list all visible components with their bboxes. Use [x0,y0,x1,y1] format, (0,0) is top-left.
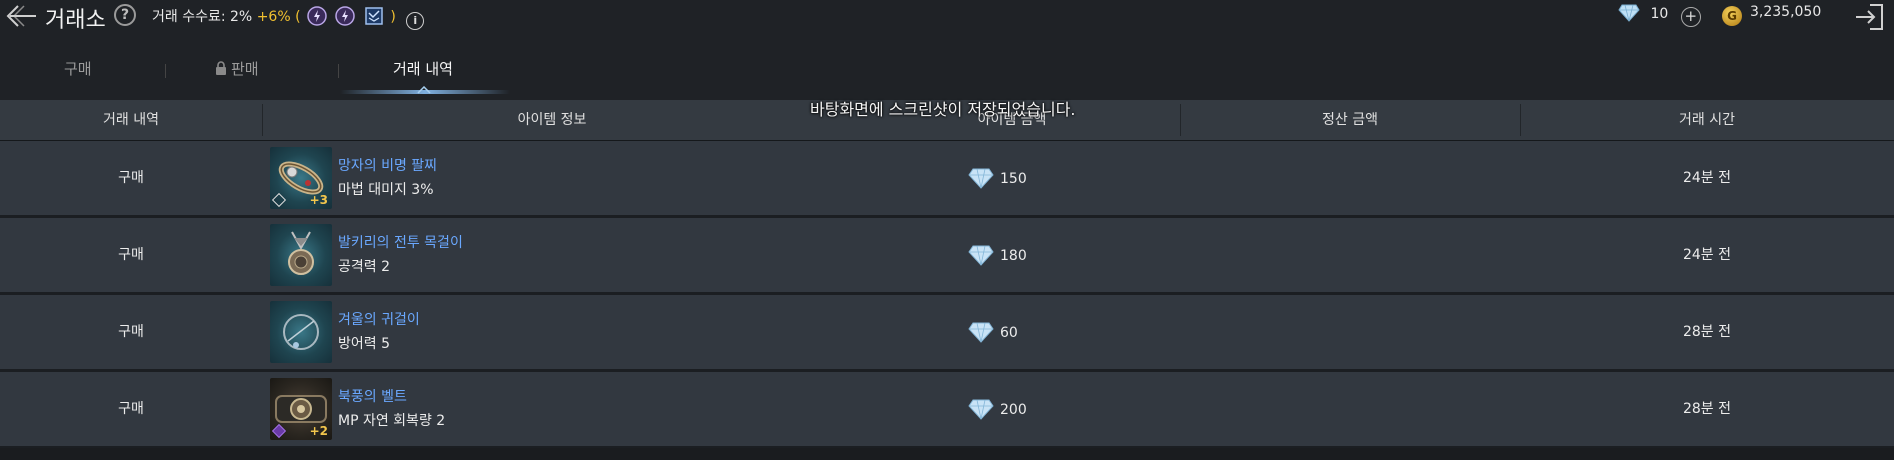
scroll-buff-icon[interactable] [364,6,384,26]
trade-type: 구매 [118,401,144,417]
belt-item-icon: +2 [270,378,332,440]
exit-icon[interactable] [1852,2,1886,32]
info-icon[interactable]: i [406,12,425,30]
help-icon[interactable]: ? [114,4,136,26]
price-value: 60 [1000,325,1018,341]
earring-item-icon [270,301,332,363]
back-arrow-icon[interactable] [4,2,38,30]
trade-type: 구매 [118,324,144,340]
column-header-settlement: 정산 금액 [1322,112,1378,128]
settlement-amount [1180,141,1520,215]
crystal-icon [968,168,994,189]
crystal-buff-icon[interactable] [335,6,356,26]
tab-bar: 구매 판매 거래 내역 [0,38,520,94]
trade-type: 구매 [118,170,144,186]
item-price: 180 [968,244,1027,266]
item-price: 150 [968,167,1027,189]
item-stat: 방어력 5 [338,336,390,352]
tab-sell[interactable]: 판매 [215,58,259,79]
item-stat: 마법 대미지 3% [338,182,434,198]
trade-time: 28분 전 [1682,401,1732,417]
tab-buy[interactable]: 구매 [64,58,92,79]
item-name[interactable]: 북풍의 벨트 [338,386,407,406]
paren-open: ( [295,9,301,25]
crystal-icon [968,245,994,266]
trade-time: 24분 전 [1682,247,1732,263]
crystal-icon [968,399,994,420]
bottom-strip [0,448,1894,460]
table-row[interactable]: 구매 발키리의 전투 목걸이 공격력 2 180 24분 전 [0,218,1894,295]
top-bar: 거래소 ? 거래 수수료: 2% +6% ( ) i 10 + G 3,235,0… [0,0,1894,33]
item-price: 200 [968,398,1027,420]
settlement-amount [1180,295,1520,369]
crystal-currency: 10 + [1618,4,1701,27]
item-stat: 공격력 2 [338,259,390,275]
crystal-icon [968,322,994,343]
trade-time: 24분 전 [1682,170,1732,186]
tab-divider [165,64,166,78]
tab-divider [338,64,339,78]
page-title: 거래소 [45,8,106,33]
trade-type: 구매 [118,247,144,263]
crystal-buff-icon[interactable] [307,6,327,26]
paren-close: ) [390,9,396,25]
price-value: 200 [1000,402,1027,418]
tab-history[interactable]: 거래 내역 [393,58,453,79]
item-name[interactable]: 망자의 비명 팔찌 [338,155,437,175]
crystal-count: 10 [1650,6,1669,22]
fee-bonus: +6% [256,9,291,25]
gold-amount: 3,235,050 [1750,4,1822,20]
column-header-time: 거래 시간 [1679,112,1735,128]
item-stat: MP 자연 회복량 2 [338,413,446,429]
table-row[interactable]: 구매 겨울의 귀걸이 방어력 5 60 28분 전 [0,295,1894,372]
price-value: 150 [1000,171,1027,187]
settlement-amount [1180,372,1520,446]
upgrade-level: +3 [309,193,328,207]
gold-coin-icon: G [1722,6,1742,26]
tab-indicator-arrow-icon [417,86,431,94]
fee-text: 거래 수수료: 2% [152,9,253,25]
table-row[interactable]: 구매 +2 북풍의 벨트 MP 자연 회복량 2 200 28분 전 [0,372,1894,449]
price-value: 180 [1000,248,1027,264]
column-header-type: 거래 내역 [103,112,159,128]
table-row[interactable]: 구매 +3 망자의 비명 팔찌 마법 대미지 3% 150 24분 전 [0,141,1894,218]
crystal-icon [1618,4,1640,22]
necklace-item-icon [270,224,332,286]
tab-sell-label: 판매 [231,60,259,78]
item-name[interactable]: 겨울의 귀걸이 [338,309,420,329]
gold-currency: G 3,235,050 [1722,4,1821,26]
item-price: 60 [968,321,1018,343]
add-crystal-button[interactable]: + [1680,7,1701,27]
column-header-item-info: 아이템 정보 [517,112,587,128]
lock-icon [216,61,226,75]
settlement-amount [1180,218,1520,292]
item-name[interactable]: 발키리의 전투 목걸이 [338,232,463,252]
fee-info: 거래 수수료: 2% +6% ( ) i [152,6,425,30]
bracelet-item-icon: +3 [270,147,332,209]
upgrade-level: +2 [309,424,328,438]
trade-time: 28분 전 [1682,324,1732,340]
screenshot-toast: 바탕화면에 스크린샷이 저장되었습니다. [810,100,1076,119]
